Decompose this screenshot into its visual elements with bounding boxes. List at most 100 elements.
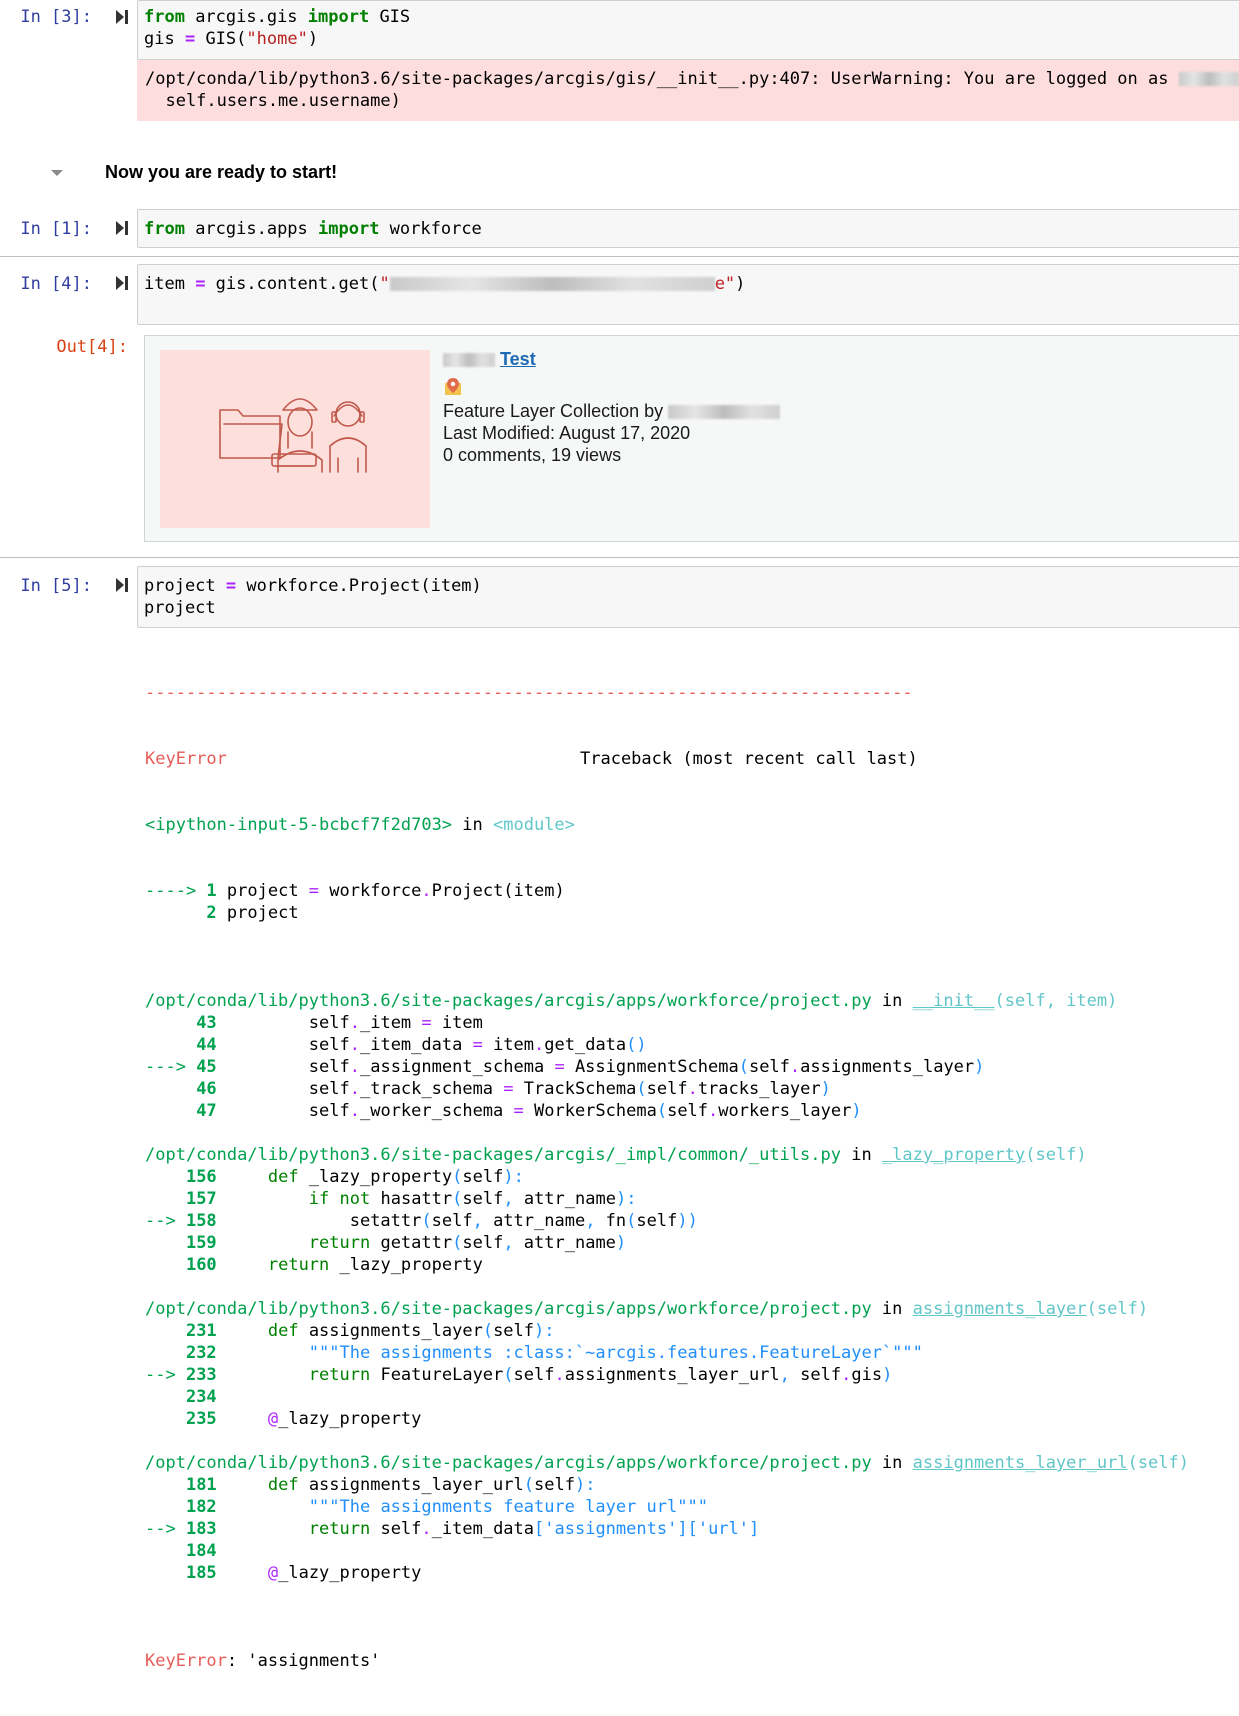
code-token: ): [677, 1211, 688, 1231]
traceback-line: 231 def assignments_layer(self):: [145, 1320, 1189, 1342]
frame-args: (self): [1025, 1145, 1087, 1165]
run-cell-icon[interactable]: [114, 576, 130, 594]
code-token: ): [882, 1365, 893, 1385]
line-number: 44: [196, 1035, 217, 1055]
code-input[interactable]: from arcgis.apps import workforce: [137, 209, 1239, 248]
frame-args: (self): [1127, 1453, 1189, 1473]
line-number: 235: [185, 1409, 217, 1429]
line-code: return FeatureLayer(self.assignments_lay…: [308, 1365, 893, 1385]
item-title[interactable]: Test: [500, 349, 536, 369]
code-token: ,: [585, 1211, 596, 1231]
map-pin-icon: [445, 378, 461, 395]
traceback-line: --> 183 return self._item_data['assignme…: [145, 1518, 1189, 1540]
traceback-line: 181 def assignments_layer_url(self):: [145, 1474, 1189, 1496]
item-thumbnail[interactable]: [160, 350, 430, 528]
in-word: in: [871, 1453, 913, 1473]
line-arrow: -->: [145, 1211, 186, 1231]
line-code: self._worker_schema = WorkerSchema(self.…: [216, 1101, 862, 1121]
code-token: =: [472, 1035, 483, 1055]
collapse-caret-icon[interactable]: [50, 168, 64, 178]
code-token: .: [789, 1057, 801, 1077]
line-number: 233: [185, 1365, 217, 1385]
code-token: =: [554, 1057, 565, 1077]
item-title-link[interactable]: Test: [443, 348, 780, 370]
stderr-output: /opt/conda/lib/python3.6/site-packages/a…: [137, 60, 1239, 121]
string-literal: "home": [246, 29, 308, 49]
line-code: project = workforce.Project(item): [216, 881, 565, 901]
in-word: in: [840, 1145, 882, 1165]
traceback-line: 184: [145, 1540, 1189, 1562]
input-prompt: In [5]:: [20, 576, 92, 596]
code-token: (: [523, 1475, 534, 1495]
code-text: ): [307, 29, 319, 49]
line-code: def assignments_layer_url(self):: [267, 1475, 596, 1495]
run-cell-icon[interactable]: [114, 219, 130, 237]
code-text: project: [144, 576, 226, 596]
traceback-frame-header: /opt/conda/lib/python3.6/site-packages/a…: [145, 1452, 1189, 1474]
traceback-frame-lines: ----> 1 project = workforce.Project(item…: [145, 880, 1189, 924]
line-number: 232: [185, 1343, 217, 1363]
error-message: : 'assignments': [226, 1651, 381, 1671]
code-token: """The assignments feature layer url""": [308, 1497, 708, 1517]
code-token: .: [349, 1035, 360, 1055]
code-token: .: [421, 1519, 432, 1539]
code-token: ): [636, 1035, 647, 1055]
line-code: return getattr(self, attr_name): [308, 1233, 627, 1253]
line-arrow: [145, 1541, 186, 1561]
traceback-line: 234: [145, 1386, 1189, 1408]
line-number: 159: [185, 1233, 217, 1253]
frame-file: /opt/conda/lib/python3.6/site-packages/a…: [145, 1145, 841, 1165]
output-prompt: Out[4]:: [56, 337, 128, 357]
code-token: [: [534, 1519, 545, 1539]
line-code: self._item = item: [216, 1013, 483, 1033]
code-token: (: [452, 1189, 463, 1209]
line-arrow: [145, 1167, 186, 1187]
line-code: if not hasattr(self, attr_name):: [308, 1189, 637, 1209]
code-token: (: [738, 1057, 749, 1077]
code-token: if: [308, 1189, 330, 1209]
code-token: ): [851, 1101, 862, 1121]
traceback-line: 43 self._item = item: [145, 1012, 1189, 1034]
code-token: ]: [677, 1519, 688, 1539]
traceback-frame-header: /opt/conda/lib/python3.6/site-packages/a…: [145, 1144, 1189, 1166]
line-number: 160: [185, 1255, 217, 1275]
line-arrow: [145, 1013, 196, 1033]
line-code: @_lazy_property: [267, 1563, 422, 1583]
traceback-line: 156 def _lazy_property(self):: [145, 1166, 1189, 1188]
operator: =: [184, 29, 196, 49]
code-text: GIS: [369, 7, 411, 27]
frame-function: <module>: [493, 815, 575, 835]
code-text: workforce: [379, 219, 482, 239]
frame-file: /opt/conda/lib/python3.6/site-packages/a…: [145, 1453, 872, 1473]
traceback-divider: ----------------------------------------…: [145, 683, 913, 703]
line-code: return _lazy_property: [267, 1255, 483, 1275]
code-input[interactable]: from arcgis.gis import GIS gis = GIS("ho…: [137, 0, 1239, 60]
line-code: self._assignment_schema = AssignmentSche…: [216, 1057, 985, 1077]
run-cell-icon[interactable]: [114, 274, 130, 292]
traceback-line: ---> 45 self._assignment_schema = Assign…: [145, 1056, 1189, 1078]
keyword: from: [144, 7, 185, 27]
traceback-line: 182 """The assignments feature layer url…: [145, 1496, 1189, 1518]
string-literal: ": [379, 274, 390, 294]
line-number: 185: [185, 1563, 217, 1583]
line-code: setattr(self, attr_name, fn(self)): [216, 1211, 698, 1231]
code-input[interactable]: project = workforce.Project(item) projec…: [137, 566, 1239, 628]
warning-text: /opt/conda/lib/python3.6/site-packages/a…: [145, 69, 1169, 89]
run-cell-icon[interactable]: [114, 8, 130, 26]
code-token: (: [626, 1211, 637, 1231]
code-token: return: [308, 1233, 371, 1253]
code-token: (: [503, 1365, 514, 1385]
code-text: arcgis.apps: [184, 219, 319, 239]
code-text: item: [144, 274, 196, 294]
traceback-line: 2 project: [145, 902, 1189, 924]
line-arrow: [145, 1189, 186, 1209]
input-prompt: In [3]:: [20, 7, 92, 27]
traceback-line: 157 if not hasattr(self, attr_name):: [145, 1188, 1189, 1210]
code-input[interactable]: item = gis.content.get(" e"): [137, 264, 1239, 325]
code-token: not: [339, 1189, 371, 1209]
item-type: Feature Layer Collection by: [443, 401, 664, 421]
traceback-frame-header: /opt/conda/lib/python3.6/site-packages/a…: [145, 990, 1189, 1012]
line-arrow: [145, 1321, 186, 1341]
code-token: (: [421, 1211, 432, 1231]
